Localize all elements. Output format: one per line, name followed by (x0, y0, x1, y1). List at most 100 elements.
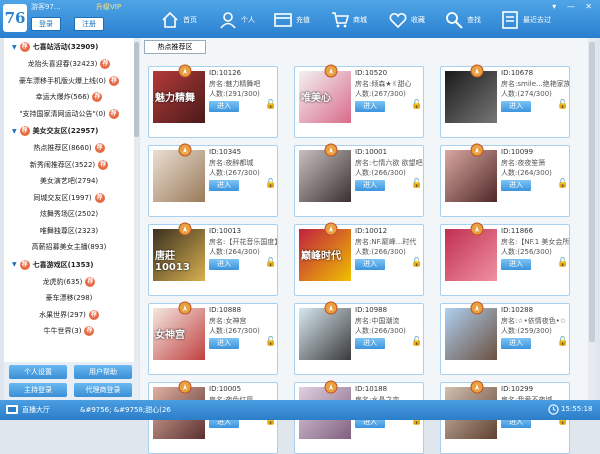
room-list-area: 热点推荐区 魅力精舞 ID:10126 房名:魅力精舞吧 人数:(291/300) 进入… (140, 38, 596, 454)
lock-icon[interactable]: 🔓 (557, 100, 568, 110)
room-people: 人数:(266/300) (355, 169, 406, 177)
nav-search-label: 查找 (467, 16, 481, 24)
sidebar-item[interactable]: 新秀闹推荐区(3522) 荐 (4, 157, 134, 174)
nav-search[interactable]: 查找 (444, 8, 481, 32)
room-thumbnail[interactable]: 唐莊10013 (153, 229, 205, 281)
room-thumbnail[interactable]: 魅力精舞 (153, 71, 205, 123)
sidebar-item[interactable]: 豪车漂移手机版火爆上线(0) 荐 (4, 73, 134, 90)
sidebar-item[interactable]: 炫舞秀场区(2502) (4, 206, 134, 223)
room-card[interactable]: 女神宫 ID:10888 房名:女神宫 人数:(267/300) 进入 🔓 (148, 301, 278, 375)
nav-personal-label: 个人 (241, 16, 255, 24)
room-card[interactable]: ID:10001 房名:七情六欲 欲望吧 人数:(266/300) 进入 🔓 (294, 143, 424, 217)
window-controls[interactable]: ▾ — ✕ (552, 2, 596, 11)
enter-room-button[interactable]: 进入 (209, 101, 239, 112)
user-help-button[interactable]: 用户帮助 (74, 365, 132, 379)
scrollbar-thumb[interactable] (589, 42, 595, 342)
sidebar-item[interactable]: 水果世界(297) 荐 (4, 307, 134, 324)
sidebar-item[interactable]: 美女演艺吧(2794) (4, 173, 134, 190)
room-card[interactable]: 唐莊10013 ID:10013 房名:【开花音乐国度】 人数:(264/300) 进入… (148, 222, 278, 296)
lock-icon[interactable]: 🔓 (411, 100, 422, 110)
enter-room-button[interactable]: 进入 (501, 259, 531, 270)
room-thumbnail[interactable]: 女神宫 (153, 308, 205, 360)
lock-icon[interactable]: 🔓 (411, 337, 422, 347)
room-card[interactable]: 唯美心 ID:10520 房名:倾森★✌甜心 人数:(267/300) 进入 🔓 (294, 64, 424, 138)
room-card[interactable]: ID:10988 房名:中国潮流 人数:(266/300) 进入 🔓 (294, 301, 424, 375)
lock-icon[interactable]: 🔓 (557, 258, 568, 268)
room-thumbnail[interactable] (299, 308, 351, 360)
sidebar-item[interactable]: 热点推荐区(8660) 荐 (4, 140, 134, 157)
nav-home[interactable]: 首页 (160, 8, 197, 32)
sidebar-item[interactable]: 同城交友区(1997) 荐 (4, 190, 134, 207)
room-thumbnail[interactable] (445, 71, 497, 123)
sidebar-scrollbar[interactable] (134, 38, 139, 400)
room-thumbnail[interactable] (445, 308, 497, 360)
enter-room-button[interactable]: 进入 (209, 259, 239, 270)
enter-room-button[interactable]: 进入 (501, 180, 531, 191)
register-button[interactable]: 注册 (74, 17, 104, 31)
sidebar-item[interactable]: "支持国家清网运动公告"(0) 荐 (4, 106, 134, 123)
sidebar-item[interactable]: 豪车漂移(298) (4, 290, 134, 307)
enter-room-button[interactable]: 进入 (209, 338, 239, 349)
room-thumbnail[interactable] (445, 229, 497, 281)
scrollbar-thumb[interactable] (134, 42, 139, 137)
anchor-login-button[interactable]: 主持登录 (9, 383, 67, 397)
enter-room-button[interactable]: 进入 (355, 259, 385, 270)
item-label: 热点推荐区(8660) (33, 144, 92, 153)
sidebar-item[interactable]: 高薪招募美女主播(893) (4, 239, 134, 256)
enter-room-button[interactable]: 进入 (209, 180, 239, 191)
lock-icon[interactable]: 🔓 (265, 179, 276, 189)
main-scrollbar[interactable] (588, 38, 596, 400)
tab-hot-recommend[interactable]: 热点推荐区 (144, 40, 206, 54)
nav-favorites[interactable]: 收藏 (388, 8, 425, 32)
room-card[interactable]: ID:10678 房名:smile...绝艳家族 人数:(274/300) 进入 🔓 (440, 64, 570, 138)
room-card[interactable]: 魅力精舞 ID:10126 房名:魅力精舞吧 人数:(291/300) 进入 🔓 (148, 64, 278, 138)
room-card[interactable]: ID:11866 房名:【NF.1 美女会所】 人数:(256/300) 进入 🔓 (440, 222, 570, 296)
enter-room-button[interactable]: 进入 (355, 180, 385, 191)
lock-icon[interactable]: 🔓 (411, 179, 422, 189)
sidebar-item[interactable]: 唯舞独尊区(2323) (4, 223, 134, 240)
nav-recent-label: 最近去过 (523, 16, 551, 24)
nav-recharge[interactable]: 充值 (273, 8, 310, 32)
room-hall-label[interactable]: 直播大厅 (22, 405, 50, 415)
room-card[interactable]: ID:10345 房名:夜醉都城 人数:(267/300) 进入 🔓 (148, 143, 278, 217)
nav-personal[interactable]: 个人 (218, 8, 255, 32)
nav-recent[interactable]: 最近去过 (500, 8, 551, 32)
room-id: ID:10188 (355, 385, 388, 393)
lock-icon[interactable]: 🔓 (265, 100, 276, 110)
sidebar-category-activities[interactable]: ▼ 荐 七喜站活动(32909) (4, 38, 134, 56)
personal-settings-button[interactable]: 个人设置 (9, 365, 67, 379)
hot-medal-icon (324, 380, 338, 394)
room-thumbnail[interactable] (299, 150, 351, 202)
collapse-arrow-icon: ▼ (12, 261, 17, 268)
lock-icon[interactable]: 🔓 (265, 337, 276, 347)
sidebar-item[interactable]: 龙抬头喜迎春(32423) 荐 (4, 56, 134, 73)
login-button[interactable]: 登录 (31, 17, 61, 31)
thumbnail-text: 唯美心 (301, 93, 331, 104)
sidebar-category-beauty[interactable]: ▼ 荐 美女交友区(22957) (4, 122, 134, 140)
enter-room-button[interactable]: 进入 (501, 338, 531, 349)
enter-room-button[interactable]: 进入 (355, 101, 385, 112)
lock-icon[interactable]: 🔓 (557, 337, 568, 347)
sidebar-item[interactable]: 龙虎豹(635) 荐 (4, 274, 134, 291)
sidebar-item[interactable]: 幸运大爆炸(566) 荐 (4, 89, 134, 106)
agent-login-button[interactable]: 代理商登录 (74, 383, 132, 397)
upgrade-vip-link[interactable]: 升级VIP (96, 2, 121, 12)
sidebar-category-games[interactable]: ▼ 荐 七喜游戏区(1353) (4, 256, 134, 274)
lock-icon[interactable]: 🔓 (411, 258, 422, 268)
room-thumbnail[interactable]: 唯美心 (299, 71, 351, 123)
room-thumbnail[interactable] (153, 150, 205, 202)
room-thumbnail[interactable]: 巅峰时代 (299, 229, 351, 281)
lock-icon[interactable]: 🔓 (265, 258, 276, 268)
marquee-text: &#9756; &#9758;甜心(26 (80, 406, 171, 414)
nav-shop[interactable]: 商城 (330, 8, 367, 32)
lock-icon[interactable]: 🔓 (557, 179, 568, 189)
room-card[interactable]: ID:10288 房名:☆•依情夜色•☆ 人数:(259/300) 进入 🔓 (440, 301, 570, 375)
room-name: 房名:smile...绝艳家族 (501, 80, 569, 88)
room-card[interactable]: ID:10099 房名:夜夜笙箫 人数:(264/300) 进入 🔓 (440, 143, 570, 217)
sidebar: ▼ 荐 七喜站活动(32909) 龙抬头喜迎春(32423) 荐 豪车漂移手机版火… (4, 38, 134, 400)
room-thumbnail[interactable] (445, 150, 497, 202)
enter-room-button[interactable]: 进入 (501, 101, 531, 112)
room-card[interactable]: 巅峰时代 ID:10012 房名:NF.巅峰...时代 人数:(266/300) 进入 🔓 (294, 222, 424, 296)
enter-room-button[interactable]: 进入 (355, 338, 385, 349)
sidebar-item[interactable]: 牛牛世界(3) 荐 (4, 323, 134, 340)
